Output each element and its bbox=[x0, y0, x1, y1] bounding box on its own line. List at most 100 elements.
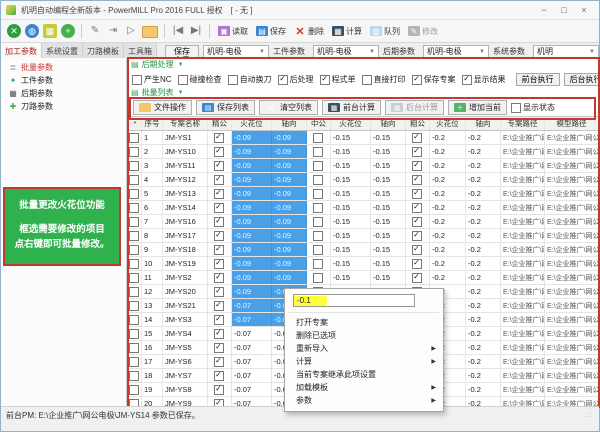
rough-spark-cell[interactable]: -0.2 bbox=[430, 243, 466, 256]
checkbox-保存专案[interactable]: 保存专案 bbox=[412, 74, 456, 85]
checkbox-碰撞检查[interactable]: 碰撞检查 bbox=[178, 74, 222, 85]
rough-axial-cell[interactable]: -0.2 bbox=[466, 341, 501, 354]
rough-enable-cell[interactable] bbox=[406, 271, 430, 284]
checkbox-后处理[interactable]: 后处理 bbox=[278, 74, 314, 85]
rough-axial-cell[interactable]: -0.2 bbox=[466, 215, 501, 228]
row-checkbox[interactable] bbox=[129, 203, 139, 213]
rough-spark-cell[interactable]: -0.2 bbox=[430, 159, 466, 172]
row-select-cell[interactable] bbox=[129, 355, 142, 368]
menu-item-删除已选项[interactable]: 删除已选项 bbox=[285, 329, 443, 342]
rough-enable-cell[interactable] bbox=[406, 145, 430, 158]
前台执行-button[interactable]: 前台执行 bbox=[516, 73, 560, 86]
fine-spark-cell[interactable]: -0.09 bbox=[232, 159, 272, 172]
close-button[interactable]: × bbox=[574, 2, 594, 18]
menu-item-当前专案继承此项设置[interactable]: 当前专案继承此项设置 bbox=[285, 368, 443, 381]
fine-axial-cell[interactable]: -0.09 bbox=[272, 187, 307, 200]
chart-icon[interactable]: ▦ bbox=[43, 24, 57, 38]
background-calc-button[interactable]: ▦后台计算 bbox=[385, 100, 444, 115]
post-process-section-header[interactable]: ▤ 后期处理 ▼ bbox=[131, 59, 184, 70]
last-record-icon[interactable]: ▶| bbox=[189, 24, 203, 38]
mid-spark-cell[interactable]: -0.15 bbox=[331, 145, 371, 158]
mid-axial-cell[interactable]: -0.15 bbox=[371, 215, 406, 228]
row-select-cell[interactable] bbox=[129, 131, 142, 144]
fine-enable-cell[interactable] bbox=[208, 131, 232, 144]
fine-axial-cell[interactable]: -0.09 bbox=[272, 257, 307, 270]
mid-enable-cell[interactable] bbox=[307, 173, 331, 186]
row-checkbox[interactable] bbox=[129, 371, 139, 381]
mid-spark-cell[interactable]: -0.15 bbox=[331, 257, 371, 270]
fine-enable-cell[interactable] bbox=[208, 215, 232, 228]
rough-enable-cell[interactable] bbox=[406, 257, 430, 270]
mid-spark-cell[interactable]: -0.15 bbox=[331, 243, 371, 256]
spark-value-input[interactable]: -0.1 bbox=[293, 294, 415, 307]
fine-axial-cell[interactable]: -0.09 bbox=[272, 271, 307, 284]
checkbox-程式单[interactable]: 程式单 bbox=[320, 74, 356, 85]
fine-spark-cell[interactable]: -0.07 bbox=[232, 341, 272, 354]
menu-item-计算[interactable]: 计算▶ bbox=[285, 355, 443, 368]
row-select-cell[interactable] bbox=[129, 257, 142, 270]
mid-enable-cell[interactable] bbox=[307, 201, 331, 214]
rough-spark-cell[interactable]: -0.2 bbox=[430, 215, 466, 228]
后台执行-button[interactable]: 后台执行 bbox=[564, 73, 600, 86]
row-checkbox[interactable] bbox=[129, 329, 139, 339]
row-checkbox[interactable] bbox=[129, 189, 139, 199]
row-select-cell[interactable] bbox=[129, 271, 142, 284]
row-select-cell[interactable] bbox=[129, 173, 142, 186]
rough-spark-cell[interactable]: -0.2 bbox=[430, 201, 466, 214]
row-select-cell[interactable] bbox=[129, 369, 142, 382]
row-checkbox[interactable] bbox=[129, 273, 139, 283]
fine-axial-cell[interactable]: -0.09 bbox=[272, 173, 307, 186]
rough-axial-cell[interactable]: -0.2 bbox=[466, 145, 501, 158]
fine-axial-cell[interactable]: -0.09 bbox=[272, 145, 307, 158]
mid-spark-cell[interactable]: -0.15 bbox=[331, 159, 371, 172]
mid-spark-cell[interactable]: -0.15 bbox=[331, 229, 371, 242]
fine-enable-cell[interactable] bbox=[208, 243, 232, 256]
rough-axial-cell[interactable]: -0.2 bbox=[466, 369, 501, 382]
fine-enable-cell[interactable] bbox=[208, 327, 232, 340]
row-checkbox[interactable] bbox=[129, 231, 139, 241]
row-select-cell[interactable] bbox=[129, 299, 142, 312]
fine-spark-cell[interactable]: -0.07 bbox=[232, 383, 272, 396]
save-list-button[interactable]: ▤保存列表 bbox=[196, 100, 255, 115]
pen-icon[interactable]: ✎ bbox=[88, 24, 102, 38]
fine-spark-cell[interactable]: -0.07 bbox=[232, 327, 272, 340]
table-row[interactable]: 10JM-YS19-0.09-0.09-0.15-0.15-0.2-0.2E:\… bbox=[129, 257, 598, 271]
row-checkbox[interactable] bbox=[129, 147, 139, 157]
row-checkbox[interactable] bbox=[129, 175, 139, 185]
rough-spark-cell[interactable]: -0.2 bbox=[430, 145, 466, 158]
row-checkbox[interactable] bbox=[129, 385, 139, 395]
calculate-button[interactable]: ▦计算 bbox=[330, 25, 364, 38]
row-select-cell[interactable] bbox=[129, 159, 142, 172]
fine-enable-cell[interactable] bbox=[208, 369, 232, 382]
fine-axial-cell[interactable]: -0.09 bbox=[272, 201, 307, 214]
table-row[interactable]: 9JM-YS18-0.09-0.09-0.15-0.15-0.2-0.2E:\企… bbox=[129, 243, 598, 257]
mid-enable-cell[interactable] bbox=[307, 145, 331, 158]
rough-spark-cell[interactable]: -0.2 bbox=[430, 131, 466, 144]
row-select-cell[interactable] bbox=[129, 313, 142, 326]
mid-spark-cell[interactable]: -0.15 bbox=[331, 173, 371, 186]
rough-axial-cell[interactable]: -0.2 bbox=[466, 327, 501, 340]
minimize-button[interactable]: − bbox=[534, 2, 554, 18]
row-select-cell[interactable] bbox=[129, 327, 142, 340]
menu-item-重新导入[interactable]: 重新导入▶ bbox=[285, 342, 443, 355]
rough-enable-cell[interactable] bbox=[406, 243, 430, 256]
rough-spark-cell[interactable]: -0.2 bbox=[430, 187, 466, 200]
table-row[interactable]: 3JM-YS11-0.09-0.09-0.15-0.15-0.2-0.2E:\企… bbox=[129, 159, 598, 173]
mid-axial-cell[interactable]: -0.15 bbox=[371, 271, 406, 284]
fine-spark-cell[interactable]: -0.09 bbox=[232, 187, 272, 200]
mid-enable-cell[interactable] bbox=[307, 215, 331, 228]
mid-spark-cell[interactable]: -0.15 bbox=[331, 201, 371, 214]
table-row[interactable]: 1JM-YS1-0.09-0.09-0.15-0.15-0.2-0.2E:\企业… bbox=[129, 131, 598, 145]
row-select-cell[interactable] bbox=[129, 201, 142, 214]
fine-enable-cell[interactable] bbox=[208, 187, 232, 200]
row-checkbox[interactable] bbox=[129, 301, 139, 311]
menu-item-参数[interactable]: 参数▶ bbox=[285, 394, 443, 407]
rough-enable-cell[interactable] bbox=[406, 187, 430, 200]
read-button[interactable]: ▣读取 bbox=[216, 25, 250, 38]
fine-spark-cell[interactable]: -0.07 bbox=[232, 299, 272, 312]
fine-enable-cell[interactable] bbox=[208, 145, 232, 158]
mid-axial-cell[interactable]: -0.15 bbox=[371, 229, 406, 242]
mid-axial-cell[interactable]: -0.15 bbox=[371, 145, 406, 158]
table-row[interactable]: 5JM-YS13-0.09-0.09-0.15-0.15-0.2-0.2E:\企… bbox=[129, 187, 598, 201]
fine-enable-cell[interactable] bbox=[208, 229, 232, 242]
